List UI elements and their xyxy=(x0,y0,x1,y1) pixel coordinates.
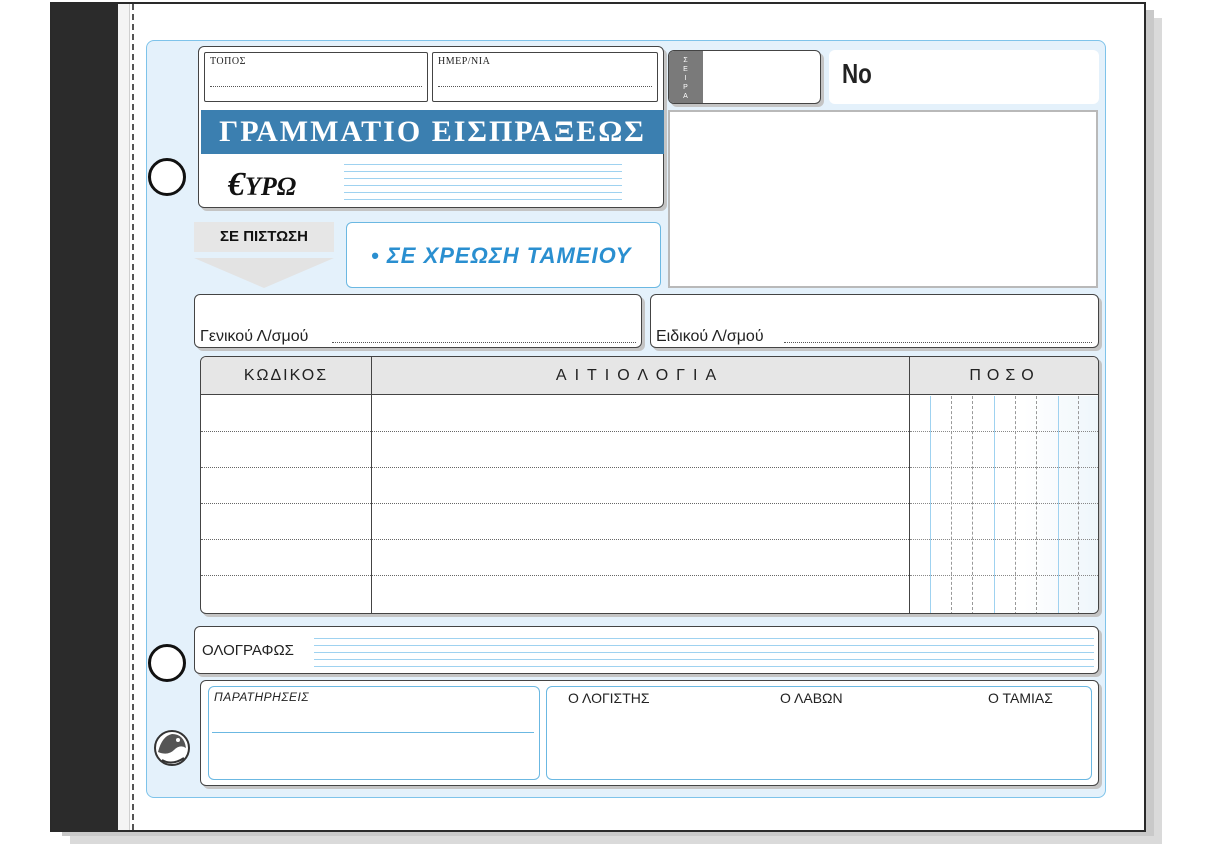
amount-digit-line xyxy=(972,396,973,613)
document-title: ΓΡΑΜΜΑΤΙΟ ΕΙΣΠΡΑΞΕΩΣ xyxy=(201,110,664,154)
binding-edge xyxy=(118,4,130,830)
down-arrow-icon xyxy=(194,258,334,288)
accountant-signature-label: Ο ΛΟΓΙΣΤΗΣ xyxy=(568,690,650,706)
binding-spine xyxy=(52,4,118,830)
amount-digit-line xyxy=(994,396,995,613)
special-account-label: Ειδικού Λ/σμού xyxy=(656,328,764,345)
amount-digit-line xyxy=(1036,396,1037,613)
place-dots xyxy=(210,86,422,87)
debit-cash-label: • ΣΕ ΧΡΕΩΣΗ ΤΑΜΕΙΟΥ xyxy=(346,222,661,288)
receipt-sheet: ΤΟΠΟΣ ΗΜΕΡ/ΝΙΑ ΓΡΑΜΜΑΤΙΟ ΕΙΣΠΡΑΞΕΩΣ €ΥΡΩ… xyxy=(50,2,1146,832)
table-row[interactable] xyxy=(201,575,909,576)
amount-row-line xyxy=(910,575,1098,576)
perforation-line xyxy=(132,4,134,830)
column-amount: ΠΟΣΟ xyxy=(969,367,1040,384)
place-label: ΤΟΠΟΣ xyxy=(210,56,246,67)
amount-digit-line xyxy=(930,396,931,613)
euro-symbol: € xyxy=(228,166,245,203)
column-description: ΑΙΤΙΟΛΟΓΙΑ xyxy=(555,367,725,384)
amount-digit-line xyxy=(1015,396,1016,613)
general-account-label: Γενικού Λ/σμού xyxy=(200,328,309,345)
date-dots xyxy=(438,86,652,87)
amount-row-line xyxy=(910,467,1098,468)
amount-lines[interactable] xyxy=(344,158,622,200)
series-tab: ΣΕΙΡΑ xyxy=(669,51,703,103)
special-account-dots xyxy=(784,342,1092,343)
amount-in-words-lines xyxy=(314,632,1094,670)
credit-label: ΣΕ ΠΙΣΤΩΣΗ xyxy=(194,222,334,252)
column-code: ΚΩΔΙΚΟΣ xyxy=(243,367,329,384)
currency-label: €ΥΡΩ xyxy=(228,166,296,204)
amount-row-line xyxy=(910,503,1098,504)
amount-digit-line xyxy=(951,396,952,613)
table-row[interactable] xyxy=(201,539,909,540)
table-row[interactable] xyxy=(201,467,909,468)
notes-line xyxy=(212,732,534,733)
amount-column-grid[interactable] xyxy=(910,396,1098,613)
punch-hole-top xyxy=(148,158,186,196)
amount-digit-line xyxy=(1078,396,1079,613)
receiver-signature-label: Ο ΛΑΒΩΝ xyxy=(780,690,843,706)
amount-row-line xyxy=(910,431,1098,432)
amount-row-line xyxy=(910,539,1098,540)
amount-digit-line xyxy=(1058,396,1059,613)
amount-in-words-label: ΟΛΟΓΡΑΦΩΣ xyxy=(202,642,294,659)
currency-text: ΥΡΩ xyxy=(245,172,297,201)
table-row[interactable] xyxy=(201,503,909,504)
table-row[interactable] xyxy=(201,431,909,432)
punch-hole-bottom xyxy=(148,644,186,682)
date-label: ΗΜΕΡ/ΝΙΑ xyxy=(438,56,491,67)
number-label: Νο xyxy=(842,58,872,89)
publisher-logo-icon xyxy=(154,730,190,766)
series-label: ΣΕΙΡΑ xyxy=(683,57,689,100)
payer-details-box[interactable] xyxy=(668,110,1098,288)
general-account-dots xyxy=(332,342,636,343)
cashier-signature-label: Ο ΤΑΜΙΑΣ xyxy=(988,690,1053,706)
series-field[interactable]: ΣΕΙΡΑ xyxy=(668,50,821,104)
notes-label: ΠΑΡΑΤΗΡΗΣΕΙΣ xyxy=(214,690,310,704)
items-table: ΚΩΔΙΚΟΣ ΑΙΤΙΟΛΟΓΙΑ ΠΟΣΟ xyxy=(200,356,1099,614)
